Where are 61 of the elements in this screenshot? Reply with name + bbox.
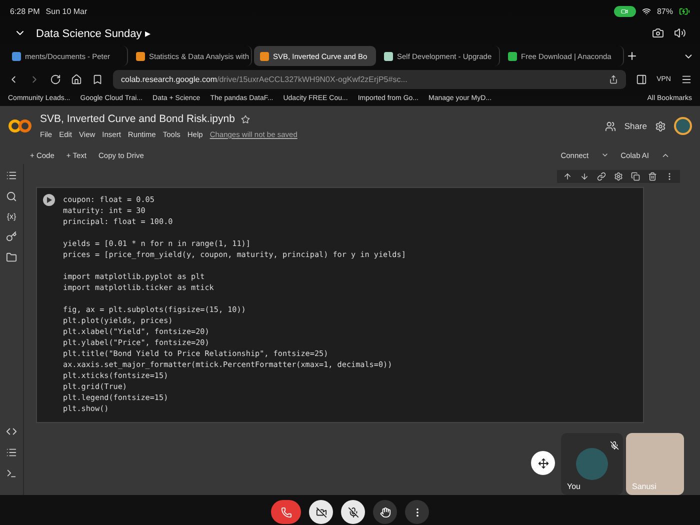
down-arrow-icon[interactable] (580, 172, 589, 181)
settings-icon[interactable] (655, 120, 666, 132)
status-time: 6:28 PM (10, 6, 40, 16)
snippets-icon[interactable] (6, 447, 17, 458)
dropdown-icon[interactable] (600, 151, 609, 159)
mic-button[interactable] (341, 500, 365, 524)
sidebar-icon[interactable] (636, 74, 647, 84)
tab-favicon (508, 52, 517, 60)
participant-name: You (567, 482, 580, 491)
tab-favicon (12, 52, 21, 60)
battery-level: 87% (656, 6, 673, 16)
code-cell[interactable] (36, 187, 644, 423)
reload-icon[interactable] (50, 74, 61, 84)
run-button[interactable] (43, 194, 55, 206)
share-icon[interactable] (608, 74, 618, 84)
link-icon[interactable] (597, 172, 606, 181)
share-button[interactable]: Share (624, 121, 647, 131)
tab-favicon (260, 52, 269, 60)
bookmark-icon[interactable] (92, 74, 103, 84)
move-button[interactable] (531, 451, 555, 475)
camera-button[interactable] (309, 500, 333, 524)
toc-icon[interactable] (6, 170, 17, 181)
folder-icon[interactable] (6, 252, 17, 263)
phone-icon (280, 506, 292, 518)
user-avatar[interactable] (674, 117, 692, 135)
avatar-placeholder (576, 448, 608, 480)
address-bar[interactable]: colab.research.google.com/drive/15uxrAeCCL327kWH9N0X-ogKwf2zErjP5#sc... (113, 70, 626, 88)
notebook-title[interactable]: SVB, Inverted Curve and Bond Risk.ipynb (40, 113, 235, 125)
muted-mic-icon (610, 441, 619, 450)
search-icon[interactable] (6, 191, 17, 202)
settings-icon[interactable] (614, 172, 623, 181)
key-icon[interactable] (6, 231, 17, 242)
people-icon[interactable] (605, 120, 616, 132)
tab-favicon (136, 52, 145, 60)
end-call-button[interactable] (271, 500, 301, 524)
variables-icon[interactable]: {x} (6, 212, 16, 221)
move-icon (538, 458, 548, 468)
hand-icon (380, 506, 390, 518)
camera-off-icon (316, 506, 326, 518)
muted-mic-icon (348, 506, 358, 518)
participant-name: Sanusi (632, 482, 656, 491)
meeting-title[interactable]: Data Science Sunday ▸ (36, 26, 151, 40)
play-icon (46, 197, 52, 203)
camera-active-icon (614, 6, 636, 16)
up-arrow-icon[interactable] (563, 172, 572, 181)
menu-icon[interactable] (681, 74, 692, 84)
trash-icon[interactable] (648, 172, 657, 181)
terminal-icon[interactable] (6, 468, 17, 479)
new-tab-icon[interactable] (626, 50, 638, 62)
status-date: Sun 10 Mar (46, 6, 88, 16)
copy-icon[interactable] (631, 172, 640, 181)
raise-hand-button[interactable] (373, 500, 397, 524)
wifi-icon (642, 6, 651, 16)
home-icon[interactable] (71, 74, 82, 84)
colab-logo (8, 118, 32, 134)
code-icon[interactable] (6, 426, 17, 437)
star-icon[interactable] (240, 114, 250, 124)
tab-favicon (384, 52, 393, 60)
speaker-icon[interactable] (674, 27, 686, 39)
camera-switch-icon[interactable] (652, 27, 664, 39)
battery-icon (679, 6, 690, 16)
